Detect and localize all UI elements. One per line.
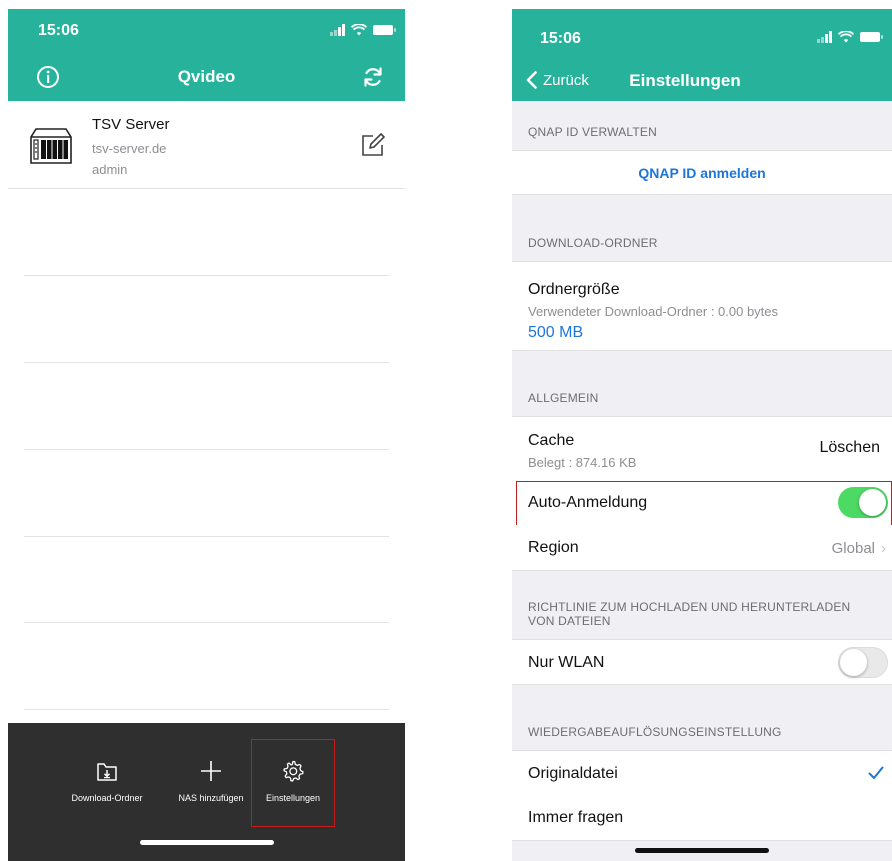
cache-usage: Belegt : 874.16 KB: [528, 455, 637, 470]
status-time: 15:06: [38, 22, 79, 39]
status-time: 15:06: [540, 30, 581, 47]
folder-size-label: Ordnergröße: [528, 281, 620, 298]
wifi-icon: [351, 24, 367, 36]
region-value: Global: [831, 540, 875, 557]
refresh-icon[interactable]: [361, 65, 385, 89]
option-original-label: Originaldatei: [528, 765, 618, 782]
qnap-login-link[interactable]: QNAP ID anmelden: [512, 165, 892, 181]
chevron-right-icon: ›: [881, 540, 886, 557]
list-divider: [24, 275, 389, 276]
option-always-ask-cell[interactable]: Immer fragen: [512, 795, 892, 841]
qvideo-home-screen: 15:06 Qvideo TSV Server tsv-server.de ad…: [8, 9, 405, 861]
settings-header: 15:06 Zurück Einstellungen: [512, 9, 892, 101]
wlan-only-label: Nur WLAN: [528, 654, 605, 671]
page-title: Qvideo: [177, 67, 236, 86]
status-icons: [817, 31, 883, 43]
nas-device-icon: [30, 128, 72, 164]
section-header-playback: WIEDERGABEAUFLÖSUNGSEINSTELLUNG: [528, 725, 782, 739]
server-name: TSV Server: [92, 116, 170, 133]
page-title: Einstellungen: [629, 71, 741, 90]
list-divider: [24, 622, 389, 623]
cache-cell: Cache Belegt : 874.16 KB Löschen: [512, 416, 892, 481]
clear-cache-button[interactable]: Löschen: [820, 439, 881, 457]
list-divider: [24, 449, 389, 450]
checkmark-icon: [868, 766, 884, 779]
tab-download-folder-label: Download-Ordner: [71, 793, 143, 803]
tab-add-nas[interactable]: NAS hinzufügen: [156, 759, 266, 803]
wlan-only-toggle[interactable]: [838, 647, 888, 678]
home-indicator: [139, 840, 274, 845]
plus-icon: [201, 761, 221, 781]
folder-size-cell[interactable]: Ordnergröße Verwendeter Download-Ordner …: [512, 261, 892, 351]
edit-icon[interactable]: [360, 132, 386, 158]
settings-screen: 15:06 Zurück Einstellungen QNAP ID VERWA…: [512, 9, 892, 861]
server-user: admin: [92, 162, 128, 177]
region-cell[interactable]: Region Global ›: [512, 525, 892, 571]
app-header: 15:06 Qvideo: [8, 9, 405, 101]
server-host: tsv-server.de: [92, 141, 167, 156]
policy-header-line2: VON DATEIEN: [528, 614, 611, 628]
region-value-wrap: Global ›: [832, 540, 886, 557]
bottom-tab-bar: Download-Ordner NAS hinzufügen Einstellu…: [8, 723, 405, 861]
signal-icon: [817, 31, 832, 43]
section-header-download: DOWNLOAD-ORDNER: [528, 236, 658, 250]
tab-settings[interactable]: Einstellungen: [251, 739, 335, 827]
status-icons: [330, 24, 396, 36]
option-original-cell[interactable]: Originaldatei: [512, 750, 892, 796]
battery-icon: [373, 25, 396, 35]
download-folder-icon: [97, 763, 117, 781]
section-header-general: ALLGEMEIN: [528, 391, 599, 405]
section-header-policy: RICHTLINIE ZUM HOCHLADEN UND HERUNTERLAD…: [528, 600, 850, 628]
qnap-login-cell[interactable]: QNAP ID anmelden: [512, 150, 892, 195]
section-header-qnap: QNAP ID VERWALTEN: [528, 125, 657, 139]
list-divider: [24, 709, 389, 710]
list-divider: [24, 362, 389, 363]
battery-icon: [860, 32, 883, 42]
option-always-ask-label: Immer fragen: [528, 809, 624, 826]
signal-icon: [330, 24, 345, 36]
list-divider: [24, 536, 389, 537]
highlight-box: [516, 481, 892, 526]
tab-download-folder[interactable]: Download-Ordner: [52, 759, 162, 803]
tab-settings-label: Einstellungen: [265, 793, 321, 803]
tab-add-nas-label: NAS hinzufügen: [178, 793, 244, 803]
folder-size-value: 500 MB: [528, 324, 584, 341]
gear-icon: [283, 760, 304, 782]
policy-header-line1: RICHTLINIE ZUM HOCHLADEN UND HERUNTERLAD…: [528, 600, 851, 614]
region-label: Region: [528, 539, 579, 556]
cache-label: Cache: [528, 432, 575, 449]
home-indicator: [635, 848, 769, 853]
nas-server-row[interactable]: TSV Server tsv-server.de admin: [8, 101, 405, 189]
wlan-only-cell: Nur WLAN: [512, 639, 892, 685]
folder-usage-text: Verwendeter Download-Ordner : 0.00 bytes: [528, 304, 779, 319]
wifi-icon: [838, 31, 854, 43]
